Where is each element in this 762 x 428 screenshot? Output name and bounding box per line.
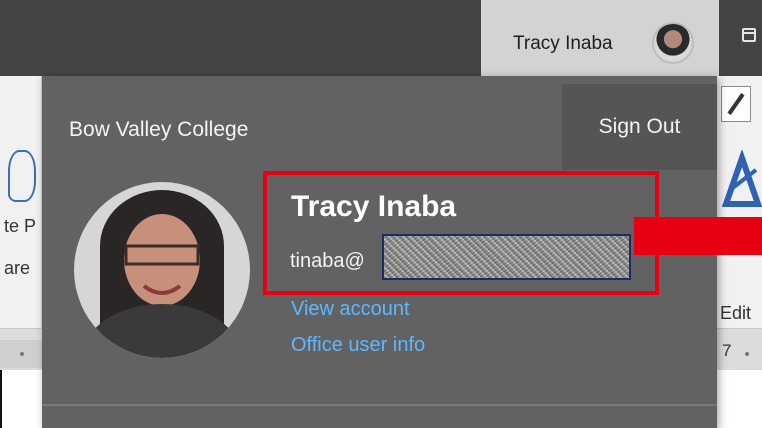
office-user-info-link[interactable]: Office user info	[291, 334, 425, 357]
account-avatar-small	[652, 22, 694, 64]
ruler-tick	[20, 352, 24, 356]
ribbon-left-text-1: te P	[4, 216, 37, 236]
organization-name: Bow Valley College	[69, 118, 249, 141]
restore-window-icon[interactable]	[742, 28, 756, 42]
email-prefix: tinaba@	[290, 250, 365, 272]
ruler-number: 7	[722, 341, 732, 360]
sign-out-button[interactable]: Sign Out	[562, 84, 717, 170]
document-edge	[0, 370, 2, 428]
popup-divider	[42, 404, 717, 406]
avatar	[74, 182, 250, 358]
ribbon-left-edge	[0, 76, 42, 346]
redacted-email	[382, 234, 631, 280]
editor-label: Edit	[720, 303, 752, 323]
paste-icon[interactable]	[8, 150, 36, 202]
account-button[interactable]: Tracy Inaba	[481, 0, 719, 76]
account-popup: Bow Valley College Sign Out Tracy Inaba …	[42, 76, 717, 428]
editor-icon[interactable]	[722, 150, 762, 210]
display-name: Tracy Inaba	[291, 190, 457, 223]
ruler-tick	[745, 352, 749, 356]
pencil-icon[interactable]	[721, 86, 751, 122]
view-account-link[interactable]: View account	[291, 298, 410, 321]
arrow-annotation	[634, 217, 762, 255]
ribbon-left-text-2: are	[4, 258, 31, 278]
account-button-name: Tracy Inaba	[513, 33, 613, 54]
